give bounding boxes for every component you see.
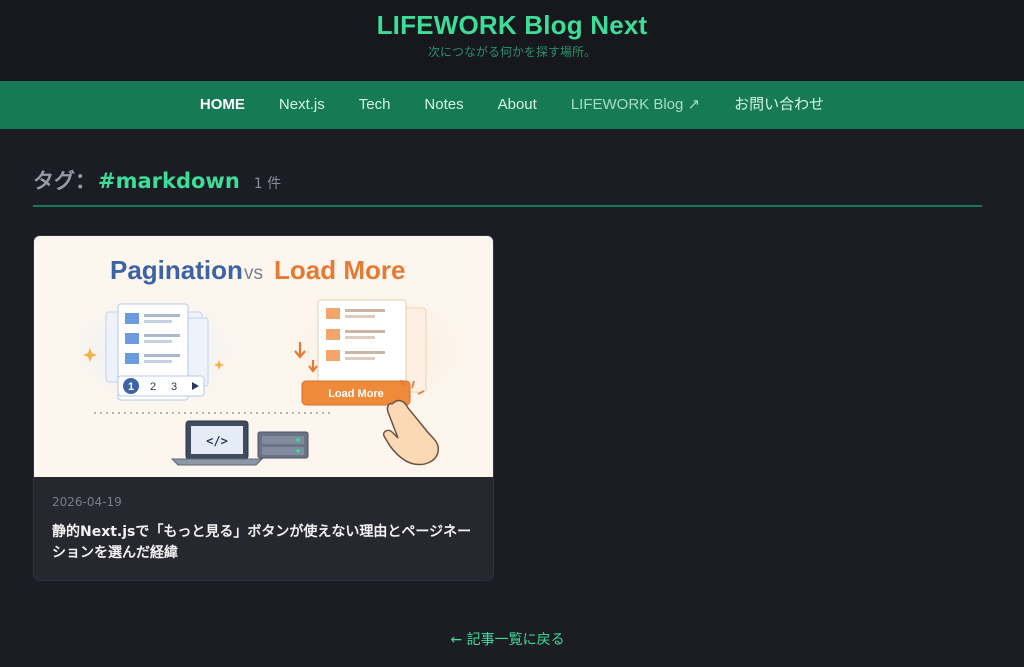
nav-item-contact[interactable]: お問い合わせ xyxy=(717,81,841,129)
post-date: 2026-04-19 xyxy=(52,495,122,509)
main-content: タグ： #markdown 1 件 Pagination vs Load Mor… xyxy=(0,165,1024,649)
nav-item-about[interactable]: About xyxy=(481,81,554,129)
site-tagline: 次につながる何かを探す場所。 xyxy=(427,45,596,59)
thumb-heading-pagination: Pagination xyxy=(110,255,243,285)
tag-post-count: 1 件 xyxy=(253,176,282,192)
site-header: LIFEWORK Blog Next 次につながる何かを探す場所。 xyxy=(0,0,1024,81)
nav-item-home[interactable]: HOME xyxy=(183,81,262,129)
thumb-heading-vs: vs xyxy=(244,263,263,284)
main-nav: HOME Next.js Tech Notes About LIFEWORK B… xyxy=(0,81,1024,129)
thumb-heading-loadmore: Load More xyxy=(274,255,405,285)
post-title[interactable]: 静的Next.jsで「もっと見る」ボタンが使えない理由とページネーションを選んだ… xyxy=(52,522,475,564)
thumb-page-3: 3 xyxy=(171,381,177,393)
thumb-page-2: 2 xyxy=(150,381,156,393)
site-title[interactable]: LIFEWORK Blog Next xyxy=(377,10,648,40)
nav-item-notes[interactable]: Notes xyxy=(407,81,480,129)
thumb-page-1: 1 xyxy=(128,381,134,393)
nav-item-tech[interactable]: Tech xyxy=(342,81,408,129)
nav-item-nextjs[interactable]: Next.js xyxy=(262,81,342,129)
thumb-load-more-button: Load More xyxy=(328,388,384,400)
thumb-code-glyph: </> xyxy=(206,434,228,448)
server-icon xyxy=(257,431,309,459)
tag-heading-prefix: タグ： xyxy=(33,169,96,193)
post-thumbnail[interactable]: Pagination vs Load More 1 2 3 Load More … xyxy=(34,236,494,477)
tag-heading-name: #markdown xyxy=(98,169,240,193)
post-card[interactable]: Pagination vs Load More 1 2 3 Load More … xyxy=(33,235,494,581)
post-card-body: 2026-04-19 静的Next.jsで「もっと見る」ボタンが使えない理由とペ… xyxy=(34,477,493,564)
back-to-list-link[interactable]: ← 記事一覧に戻る xyxy=(33,629,982,649)
tag-heading: タグ： #markdown 1 件 xyxy=(33,165,982,207)
nav-item-lifework-blog[interactable]: LIFEWORK Blog ↗ xyxy=(554,81,717,129)
